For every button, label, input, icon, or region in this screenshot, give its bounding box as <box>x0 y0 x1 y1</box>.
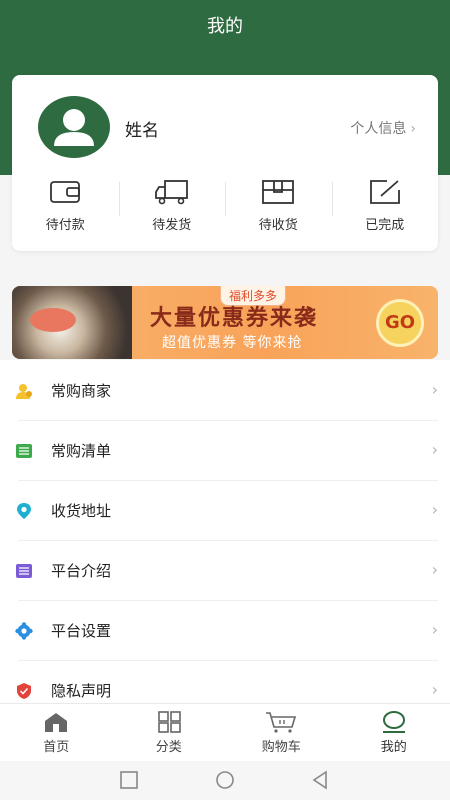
menu-item-frequent-list[interactable]: 常购清单 › <box>0 420 450 480</box>
grid-icon <box>157 711 181 733</box>
list-icon <box>16 564 32 578</box>
tab-profile[interactable]: 我的 <box>338 704 450 761</box>
tab-label: 购物车 <box>261 740 301 755</box>
settings-icon <box>15 622 33 640</box>
menu-item-platform-intro[interactable]: 平台介绍 › <box>0 540 450 600</box>
chevron-right-icon: › <box>431 380 438 399</box>
wallet-icon <box>50 181 81 203</box>
home-circle-icon[interactable] <box>214 770 236 790</box>
tab-cart[interactable]: 购物车 <box>225 704 338 761</box>
menu-label: 收货地址 <box>51 502 112 520</box>
tab-category[interactable]: 分类 <box>113 704 226 761</box>
chevron-right-icon: › <box>410 121 416 137</box>
chevron-right-icon: › <box>431 440 438 459</box>
person-icon <box>54 109 94 146</box>
shield-icon <box>17 683 31 699</box>
edit-icon <box>369 180 400 204</box>
order-pending-payment[interactable]: 待付款 <box>12 178 119 238</box>
avatar[interactable] <box>38 96 110 158</box>
banner-headline: 大量优惠券来袭 <box>150 306 319 331</box>
menu-item-frequent-merchants[interactable]: 常购商家 › <box>0 360 450 420</box>
back-icon[interactable] <box>310 770 330 790</box>
order-label: 待收货 <box>258 218 298 233</box>
order-completed[interactable]: 已完成 <box>331 178 439 238</box>
page-title: 我的 <box>207 16 243 37</box>
box-icon <box>262 180 295 204</box>
personal-info-label: 个人信息 <box>350 121 407 137</box>
menu-label: 常购清单 <box>51 442 112 460</box>
system-navigation-bar <box>0 761 450 800</box>
menu-label: 平台设置 <box>51 622 112 640</box>
list-icon <box>16 444 32 458</box>
truck-icon <box>154 180 188 205</box>
tab-label: 我的 <box>380 740 407 755</box>
menu-list: 常购商家 › 常购清单 › 收货地址 › 平台介绍 › 平台设置 › 隐私声明 … <box>0 360 450 720</box>
coupon-banner[interactable]: 福利多多 大量优惠券来袭 超值优惠券 等你来抢 GO <box>12 286 438 359</box>
menu-label: 隐私声明 <box>51 682 112 700</box>
order-pending-shipment[interactable]: 待发货 <box>118 178 226 238</box>
profile-icon <box>382 711 405 733</box>
order-label: 待付款 <box>45 218 85 233</box>
tab-home[interactable]: 首页 <box>0 704 113 761</box>
order-label: 待发货 <box>152 218 192 233</box>
menu-item-platform-settings[interactable]: 平台设置 › <box>0 600 450 660</box>
bottom-tab-bar: 首页 分类 购物车 我的 <box>0 703 450 761</box>
order-label: 已完成 <box>365 218 405 233</box>
user-name: 姓名 <box>125 121 159 141</box>
person-icon <box>16 384 32 399</box>
location-pin-icon <box>17 503 31 519</box>
chevron-right-icon: › <box>431 620 438 639</box>
profile-card: 姓名 个人信息 › 待付款 待发货 待收货 已完成 <box>12 75 438 251</box>
food-image <box>12 286 132 359</box>
menu-label: 平台介绍 <box>51 562 112 580</box>
tab-label: 分类 <box>155 740 182 755</box>
home-icon <box>45 713 68 732</box>
menu-label: 常购商家 <box>51 382 112 400</box>
tab-label: 首页 <box>43 740 70 755</box>
personal-info-link[interactable]: 个人信息 › <box>350 118 416 138</box>
banner-subline: 超值优惠券 等你来抢 <box>162 335 303 351</box>
recent-apps-icon[interactable] <box>119 770 139 790</box>
chevron-right-icon: › <box>431 500 438 519</box>
cart-icon <box>266 712 297 733</box>
go-button[interactable]: GO <box>376 299 424 347</box>
order-pending-receipt[interactable]: 待收货 <box>225 178 332 238</box>
chevron-right-icon: › <box>431 680 438 699</box>
order-status-row: 待付款 待发货 待收货 已完成 <box>12 178 438 238</box>
chevron-right-icon: › <box>431 560 438 579</box>
menu-item-shipping-address[interactable]: 收货地址 › <box>0 480 450 540</box>
